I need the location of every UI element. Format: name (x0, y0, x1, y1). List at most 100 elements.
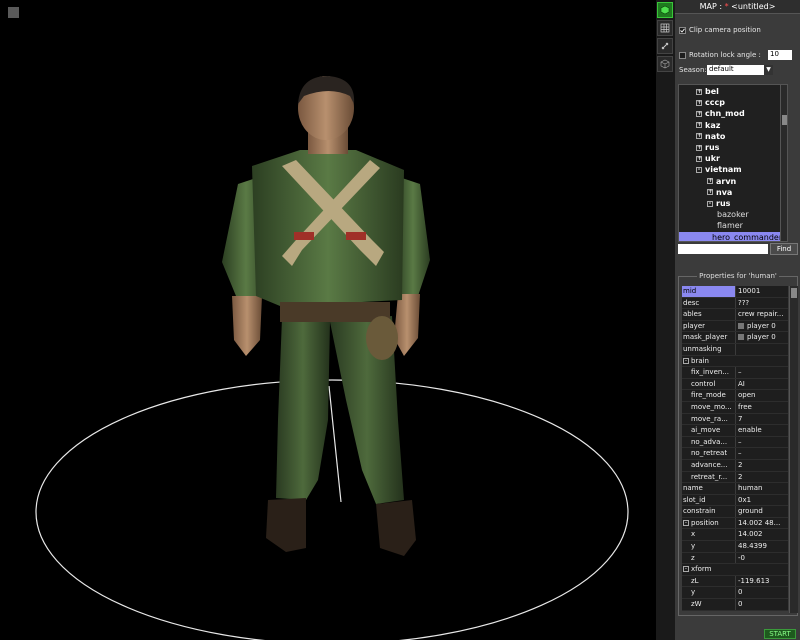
expand-icon[interactable]: + (696, 144, 702, 151)
expand-icon[interactable]: + (696, 110, 702, 117)
property-value[interactable]: -119.613 (736, 575, 788, 587)
collapse-icon[interactable]: - (707, 200, 713, 207)
tree-item-selected[interactable]: hero_commander (679, 231, 782, 241)
property-value[interactable]: 10001 (736, 286, 788, 297)
property-value[interactable]: free (736, 401, 788, 413)
tree-item[interactable]: + nato (696, 131, 725, 142)
property-row[interactable]: name human (682, 483, 788, 495)
property-row[interactable]: - position 14.002 48... (682, 517, 788, 530)
rotation-lock-checkbox[interactable] (679, 52, 686, 59)
property-row[interactable]: constrain ground (682, 506, 788, 518)
find-button[interactable]: Find (770, 243, 798, 255)
collapse-icon[interactable]: - (683, 566, 689, 573)
property-row[interactable]: y 48.4399 (682, 541, 788, 553)
property-value[interactable]: 0 (736, 587, 788, 599)
collapse-icon[interactable]: - (683, 519, 689, 526)
expand-icon[interactable]: + (696, 88, 702, 95)
properties-grid[interactable]: mid 10001 desc??? ables crew repair... player… (682, 286, 788, 611)
grid-icon[interactable] (657, 20, 673, 36)
property-row[interactable]: slot_id 0x1 (682, 494, 788, 507)
property-row[interactable]: move_ra... 7 (682, 413, 788, 426)
property-value[interactable]: 0x1 (736, 494, 788, 506)
property-row[interactable]: desc??? (682, 297, 788, 310)
property-value[interactable]: AI (736, 378, 788, 390)
collapse-icon[interactable]: - (683, 357, 689, 364)
property-value[interactable] (736, 343, 788, 355)
property-value[interactable]: 7 (736, 413, 788, 425)
property-value[interactable]: ground (736, 506, 788, 517)
properties-scroll-thumb[interactable] (791, 288, 797, 298)
property-value[interactable]: crew repair... (736, 309, 788, 320)
property-row[interactable]: no_adva... – (682, 436, 788, 449)
property-value[interactable]: 2 (736, 459, 788, 471)
property-row[interactable]: zW 0 (682, 599, 788, 611)
3d-viewport[interactable] (0, 0, 656, 640)
tree-item[interactable]: - rus (707, 198, 730, 209)
property-row[interactable]: fix_inven... – (682, 367, 788, 379)
expand-icon[interactable]: + (707, 178, 713, 185)
tree-item[interactable]: + chn_mod (696, 108, 745, 119)
cube-green-icon[interactable] (657, 2, 673, 18)
property-row[interactable]: - xform (682, 564, 788, 576)
tree-item[interactable]: + bel (696, 86, 719, 97)
expand-icon[interactable]: + (707, 189, 713, 196)
property-value[interactable]: open (736, 390, 788, 401)
property-row[interactable]: z -0 (682, 552, 788, 565)
property-value[interactable]: player 0 (736, 332, 788, 343)
property-value[interactable]: enable (736, 425, 788, 436)
property-row[interactable]: retreat_r... 2 (682, 471, 788, 484)
start-button[interactable]: START (764, 629, 796, 639)
property-value[interactable]: -0 (736, 552, 788, 564)
property-value[interactable]: – (736, 448, 788, 459)
property-value[interactable]: human (736, 483, 788, 494)
tree-item[interactable]: + ukr (696, 153, 720, 164)
property-value[interactable]: ??? (736, 297, 788, 309)
property-value[interactable]: – (736, 436, 788, 448)
property-value[interactable]: 14.002 (736, 529, 788, 541)
property-row[interactable]: move_mo... free (682, 401, 788, 414)
property-row[interactable]: x 14.002 (682, 529, 788, 542)
property-value[interactable]: 0 (736, 599, 788, 610)
property-row[interactable]: mid 10001 (682, 286, 788, 298)
season-select[interactable]: default ▼ (707, 65, 773, 75)
stamp-tool-icon[interactable] (657, 38, 673, 54)
property-value[interactable]: 48.4399 (736, 541, 788, 552)
property-row[interactable]: advance... 2 (682, 459, 788, 472)
rotation-lock-angle-input[interactable]: 10 (768, 50, 792, 60)
property-row[interactable]: - brain (682, 355, 788, 368)
tree-scroll-thumb[interactable] (782, 115, 787, 125)
tree-item[interactable]: bazoker (717, 209, 749, 220)
tree-item[interactable]: + cccp (696, 97, 725, 108)
property-row[interactable]: player player 0 (682, 320, 788, 333)
tree-item[interactable]: + kaz (696, 120, 720, 131)
expand-icon[interactable]: + (696, 122, 702, 129)
property-value[interactable]: 14.002 48... (736, 517, 788, 529)
property-row[interactable]: y0 (682, 587, 788, 600)
tree-item[interactable]: + arvn (707, 176, 736, 187)
wireframe-cube-icon[interactable] (657, 56, 673, 72)
property-row[interactable]: no_retreat – (682, 448, 788, 460)
find-input[interactable] (678, 244, 768, 254)
tree-item[interactable]: flamer (717, 220, 743, 231)
expand-icon[interactable]: + (696, 155, 702, 162)
property-value[interactable]: player 0 (736, 320, 788, 332)
property-row[interactable]: ai_move enable (682, 425, 788, 437)
property-row[interactable]: ables crew repair... (682, 309, 788, 321)
property-value[interactable]: – (736, 367, 788, 378)
tree-scrollbar[interactable] (780, 85, 787, 241)
property-row[interactable]: control AI (682, 378, 788, 391)
clip-camera-checkbox[interactable] (679, 27, 686, 34)
expand-icon[interactable]: + (696, 99, 702, 106)
tree-item[interactable]: + rus (696, 142, 719, 153)
tree-item[interactable]: - vietnam (696, 164, 742, 175)
property-row[interactable]: unmasking (682, 343, 788, 356)
property-row[interactable]: mask_player player 0 (682, 332, 788, 344)
property-value[interactable]: 2 (736, 471, 788, 483)
properties-scrollbar[interactable] (789, 286, 798, 613)
unit-tree[interactable]: + bel + cccp + chn_mod + kaz + nato + rus + ukr - vietn… (678, 84, 788, 242)
tree-item[interactable]: + nva (707, 187, 732, 198)
collapse-icon[interactable]: - (696, 166, 702, 173)
property-row[interactable]: fire_mode open (682, 390, 788, 402)
property-row[interactable]: zL -119.613 (682, 575, 788, 588)
expand-icon[interactable]: + (696, 133, 702, 140)
